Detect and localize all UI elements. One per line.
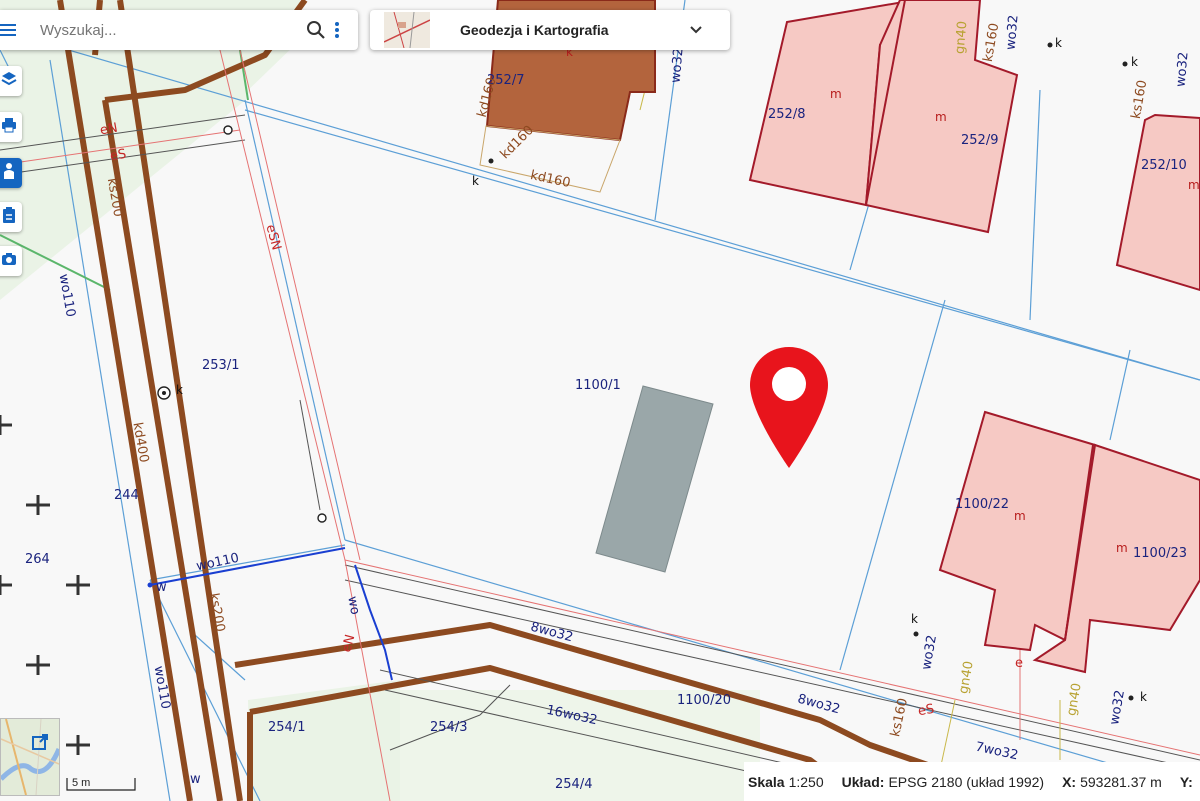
scale-label: Skala bbox=[748, 773, 785, 790]
parcel-label: 1100/20 bbox=[677, 693, 732, 708]
parcel-label: 254/1 bbox=[268, 720, 306, 735]
building-code: m bbox=[1188, 178, 1200, 192]
print-button[interactable] bbox=[0, 112, 22, 142]
parcel-label: 244 bbox=[114, 488, 139, 503]
status-bar: Skala 1:250 Układ: EPSG 2180 (układ 1992… bbox=[744, 762, 1200, 801]
parcel-label: 254/4 bbox=[555, 777, 593, 792]
building-code: m bbox=[1116, 541, 1128, 555]
utility-label: k bbox=[911, 612, 918, 626]
menu-icon[interactable] bbox=[0, 23, 16, 37]
overview-minimap[interactable] bbox=[0, 718, 60, 796]
x-coordinate-value: 593281.37 m bbox=[1080, 773, 1162, 790]
utility-label: eS bbox=[108, 146, 128, 165]
chevron-down-icon[interactable] bbox=[690, 26, 702, 34]
utility-label: wo bbox=[344, 595, 363, 616]
layers-button[interactable] bbox=[0, 66, 22, 96]
layer-thumbnail bbox=[384, 12, 430, 48]
clipboard-icon bbox=[2, 206, 16, 229]
scale-bar-label: 5 m bbox=[72, 777, 91, 789]
more-icon[interactable] bbox=[334, 21, 340, 44]
map-canvas[interactable]: 252/7 252/8 252/9 252/10 253/1 1100/1 24… bbox=[0, 0, 1200, 801]
search-icon[interactable] bbox=[306, 20, 326, 45]
utility-label: k bbox=[1131, 55, 1138, 69]
utility-label: gn40 bbox=[952, 20, 971, 55]
parcel-label: 1100/22 bbox=[955, 497, 1010, 512]
utility-label: w bbox=[156, 580, 167, 595]
print-icon bbox=[1, 117, 17, 138]
scale-bar: 5 m bbox=[66, 776, 136, 792]
utility-label: k bbox=[1140, 690, 1147, 704]
scale-value: 1:250 bbox=[788, 773, 824, 790]
utility-label: eN bbox=[98, 120, 119, 139]
location-pin-icon[interactable] bbox=[748, 345, 830, 470]
utility-label: k bbox=[472, 174, 479, 188]
parcel-label: 252/9 bbox=[961, 133, 999, 148]
layer-selector[interactable]: Geodezja i Kartografia bbox=[370, 10, 730, 50]
utility-label: k bbox=[1055, 36, 1062, 50]
utility-label: eS bbox=[916, 701, 936, 720]
parcel-label: 252/8 bbox=[768, 107, 806, 122]
y-coordinate-label: Y: bbox=[1179, 773, 1193, 790]
utility-label: wo32 bbox=[668, 47, 687, 84]
layer-title: Geodezja i Kartografia bbox=[460, 22, 609, 38]
crs-value: EPSG 2180 (układ 1992) bbox=[888, 773, 1045, 790]
camera-button[interactable] bbox=[0, 246, 22, 276]
search-input[interactable] bbox=[38, 20, 282, 40]
camera-icon bbox=[1, 252, 17, 271]
utility-label: w bbox=[190, 772, 201, 787]
parcel-label: 1100/1 bbox=[575, 378, 621, 393]
utility-label: k bbox=[176, 383, 183, 397]
measure-icon bbox=[1, 162, 17, 185]
utility-label: wo32 bbox=[1003, 14, 1022, 51]
utility-label: e bbox=[1015, 656, 1023, 671]
crs-label: Układ: bbox=[841, 773, 885, 790]
search-bar bbox=[0, 10, 358, 50]
parcel-label: 252/10 bbox=[1141, 158, 1187, 173]
building-code: m bbox=[1014, 509, 1026, 523]
parcel-label: 253/1 bbox=[202, 358, 240, 373]
measure-button[interactable] bbox=[0, 158, 22, 188]
clipboard-button[interactable] bbox=[0, 202, 22, 232]
utility-label: wo32 bbox=[1173, 51, 1192, 88]
layers-icon bbox=[1, 71, 17, 92]
parcel-label: 264 bbox=[25, 552, 50, 567]
x-coordinate-label: X: bbox=[1062, 773, 1077, 790]
parcel-label: 1100/23 bbox=[1133, 546, 1188, 561]
building-code: m bbox=[935, 110, 947, 124]
parcel-label: 254/3 bbox=[430, 720, 468, 735]
external-link-icon[interactable] bbox=[31, 733, 49, 756]
building-code: m bbox=[830, 87, 842, 101]
